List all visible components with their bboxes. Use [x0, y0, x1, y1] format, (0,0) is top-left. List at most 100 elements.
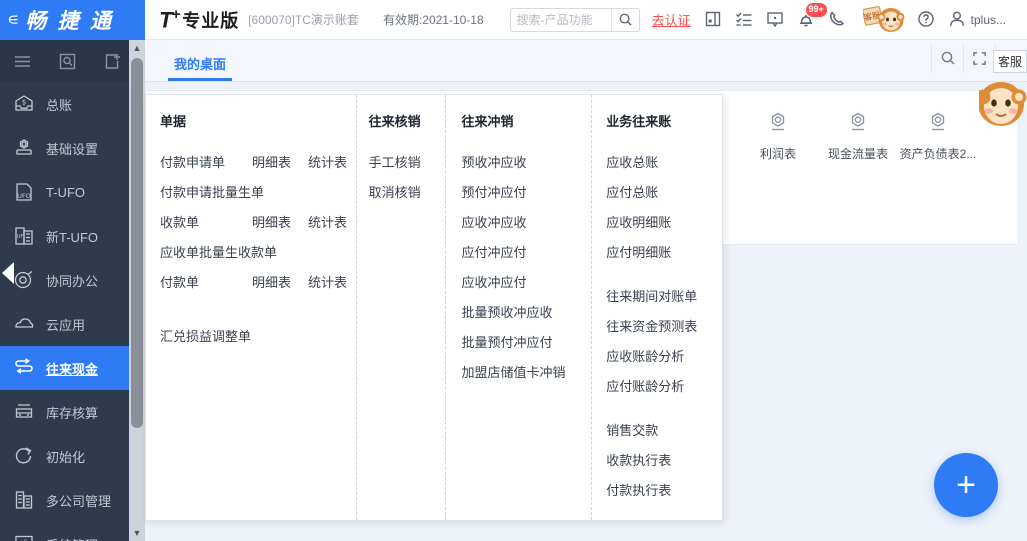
menu-item-sales-payment[interactable]: 销售交款: [606, 420, 658, 439]
user-name-label[interactable]: tplus...: [971, 13, 1006, 27]
brand-block[interactable]: ∊ 畅 捷 通: [0, 0, 145, 40]
menu-item-receivable-detail-ledger[interactable]: 应收明细账: [606, 212, 671, 231]
menu-item-receipt[interactable]: 收款单: [160, 212, 252, 231]
menu-item-prepay-offset-payable[interactable]: 预付冲应付: [461, 182, 526, 201]
tab-my-desktop[interactable]: 我的桌面: [168, 54, 233, 81]
menu-row: 预收冲应收: [461, 146, 591, 176]
search-doc-icon[interactable]: [58, 52, 77, 71]
menu-item-batch-prepaid-offset-receivable[interactable]: 批量预收冲应收: [461, 302, 552, 321]
bell-icon[interactable]: 99+: [797, 3, 827, 29]
scroll-up-arrow-icon[interactable]: ▲: [129, 40, 145, 56]
menu-row: 加盟店储值卡冲销: [461, 356, 591, 386]
sidebar-scrollbar[interactable]: ▲ ▼: [129, 40, 145, 541]
message-icon[interactable]: [766, 10, 785, 29]
ledger-icon: $: [13, 93, 35, 115]
scroll-down-arrow-icon[interactable]: ▼: [129, 525, 145, 541]
menu-column-title: 往来核销: [368, 114, 421, 129]
sidebar-item-collaboration[interactable]: 协同办公: [0, 258, 129, 302]
back-arrow-icon[interactable]: ∊: [7, 11, 19, 28]
system-code-icon: </>: [13, 533, 35, 541]
user-avatar-icon[interactable]: [948, 10, 967, 29]
fullscreen-icon[interactable]: [963, 43, 995, 73]
menu-item-batch-prepay-offset-payable[interactable]: 批量预付冲应付: [461, 332, 552, 351]
sidebar-item-label: 多公司管理: [46, 493, 112, 509]
save-icon[interactable]: [704, 10, 723, 29]
menu-item-receipt-detail[interactable]: 明细表: [252, 212, 308, 231]
sidebar-item-label: 往来现金: [46, 361, 99, 377]
menu-item-receipt-stats[interactable]: 统计表: [308, 212, 347, 231]
menu-item-receivable-batch-receipt[interactable]: 应收单批量生收款单: [160, 242, 277, 261]
menu-item-period-reconciliation[interactable]: 往来期间对账单: [606, 286, 697, 305]
menu-item-payment-request[interactable]: 付款申请单: [160, 152, 252, 171]
menu-row: 应收总账: [606, 146, 722, 176]
desktop-shortcut-cashflow-report[interactable]: 现金流量表: [818, 109, 898, 162]
menu-item-exchange-gain-loss-adjust[interactable]: 汇兑损益调整单: [160, 326, 252, 345]
menu-item-cancel-writeoff[interactable]: 取消核销: [369, 182, 421, 201]
menu-item-prepaid-offset-receivable[interactable]: 预收冲应收: [461, 152, 526, 171]
menu-column-title: 往来冲销: [461, 114, 514, 129]
sidebar-item-label: 库存核算: [46, 405, 99, 421]
menu-row: 应付明细账: [606, 236, 722, 266]
sidebar-item-initialization[interactable]: 初始化: [0, 434, 129, 478]
menu-item-receivable-offset-receivable[interactable]: 应收冲应收: [461, 212, 526, 231]
menu-item-payment-request-batch[interactable]: 付款申请批量生单: [160, 182, 264, 201]
verify-link[interactable]: 去认证: [652, 10, 691, 29]
menu-hamburger-icon[interactable]: [13, 52, 32, 71]
sidebar-item-multi-company[interactable]: 多公司管理: [0, 478, 129, 522]
sidebar-item-new-t-ufo[interactable]: UF 新T-UFO: [0, 214, 129, 258]
desktop-shortcut-label: 资产负债表2...: [899, 147, 977, 161]
menu-item-receivable-aging-analysis[interactable]: 应收账龄分析: [606, 346, 684, 365]
menu-item-payment[interactable]: 付款单: [160, 272, 252, 291]
menu-item-payment-detail[interactable]: 明细表: [252, 272, 308, 291]
sidebar-item-basic-settings[interactable]: 基础设置: [0, 126, 129, 170]
menu-spacer: [606, 400, 722, 414]
sidebar-item-label: 基础设置: [46, 141, 99, 157]
search-icon[interactable]: [931, 43, 963, 73]
menu-item-receivable-offset-payable[interactable]: 应收冲应付: [461, 272, 526, 291]
sidebar-item-ledger[interactable]: $ 总账: [0, 82, 129, 126]
menu-row: 应付冲应付: [461, 236, 591, 266]
valid-date-label: 有效期:2021-10-18: [382, 13, 484, 27]
menu-item-payment-stats[interactable]: 统计表: [308, 272, 347, 291]
menu-row: 手工核销: [369, 146, 446, 176]
menu-row: 预付冲应付: [461, 176, 591, 206]
sidebar-item-inventory-accounting[interactable]: 库存核算: [0, 390, 129, 434]
menu-item-payment-request-stats[interactable]: 统计表: [308, 152, 347, 171]
menu-row: 应收冲应收: [461, 206, 591, 236]
menu-item-franchise-stored-card-offset[interactable]: 加盟店储值卡冲销: [461, 362, 565, 381]
menu-item-payment-request-detail[interactable]: 明细表: [252, 152, 308, 171]
sidebar-item-label: 系统管理: [46, 535, 98, 541]
header-icon-group: 99+ 客服: [704, 3, 967, 35]
phone-icon[interactable]: [828, 10, 847, 29]
scrollbar-thumb[interactable]: [131, 58, 143, 428]
menu-item-manual-writeoff[interactable]: 手工核销: [369, 152, 421, 171]
menu-item-payable-general-ledger[interactable]: 应付总账: [606, 182, 658, 201]
collaboration-icon: [13, 269, 35, 291]
new-ufo-icon: UF: [13, 225, 35, 247]
sidebar-item-t-ufo[interactable]: UFO T-UFO: [0, 170, 129, 214]
desktop-shortcut-balance-sheet[interactable]: 资产负债表2...: [898, 109, 978, 162]
search-icon[interactable]: [610, 8, 639, 31]
desktop-shortcut-profit-report[interactable]: 利润表: [738, 109, 818, 162]
add-floating-action-button[interactable]: +: [934, 453, 998, 517]
help-icon[interactable]: [917, 10, 936, 29]
menu-item-receivable-general-ledger[interactable]: 应收总账: [606, 152, 658, 171]
ufo-icon: UFO: [13, 181, 35, 203]
menu-item-payment-execution-report[interactable]: 付款执行表: [606, 480, 671, 499]
menu-item-payable-detail-ledger[interactable]: 应付明细账: [606, 242, 671, 261]
sidebar-item-cloud-app[interactable]: 云应用: [0, 302, 129, 346]
search-input[interactable]: [510, 8, 611, 31]
task-list-icon[interactable]: [735, 10, 754, 29]
add-window-icon[interactable]: [103, 52, 122, 71]
sidebar-item-receivable-cash[interactable]: 往来现金: [0, 346, 129, 390]
customer-service-floating-mascot-icon[interactable]: [975, 76, 1027, 132]
product-search-box[interactable]: [509, 7, 640, 32]
menu-item-payable-aging-analysis[interactable]: 应付账龄分析: [606, 376, 684, 395]
customer-service-tooltip[interactable]: 客服: [992, 50, 1027, 73]
menu-item-receipt-execution-report[interactable]: 收款执行表: [606, 450, 671, 469]
customer-service-mascot-icon[interactable]: 客服: [861, 5, 905, 35]
menu-item-payable-offset-payable[interactable]: 应付冲应付: [461, 242, 526, 261]
svg-text:UF: UF: [17, 234, 24, 240]
sidebar-item-system-management[interactable]: </> 系统管理: [0, 522, 129, 541]
menu-item-fund-forecast[interactable]: 往来资金预测表: [606, 316, 697, 335]
